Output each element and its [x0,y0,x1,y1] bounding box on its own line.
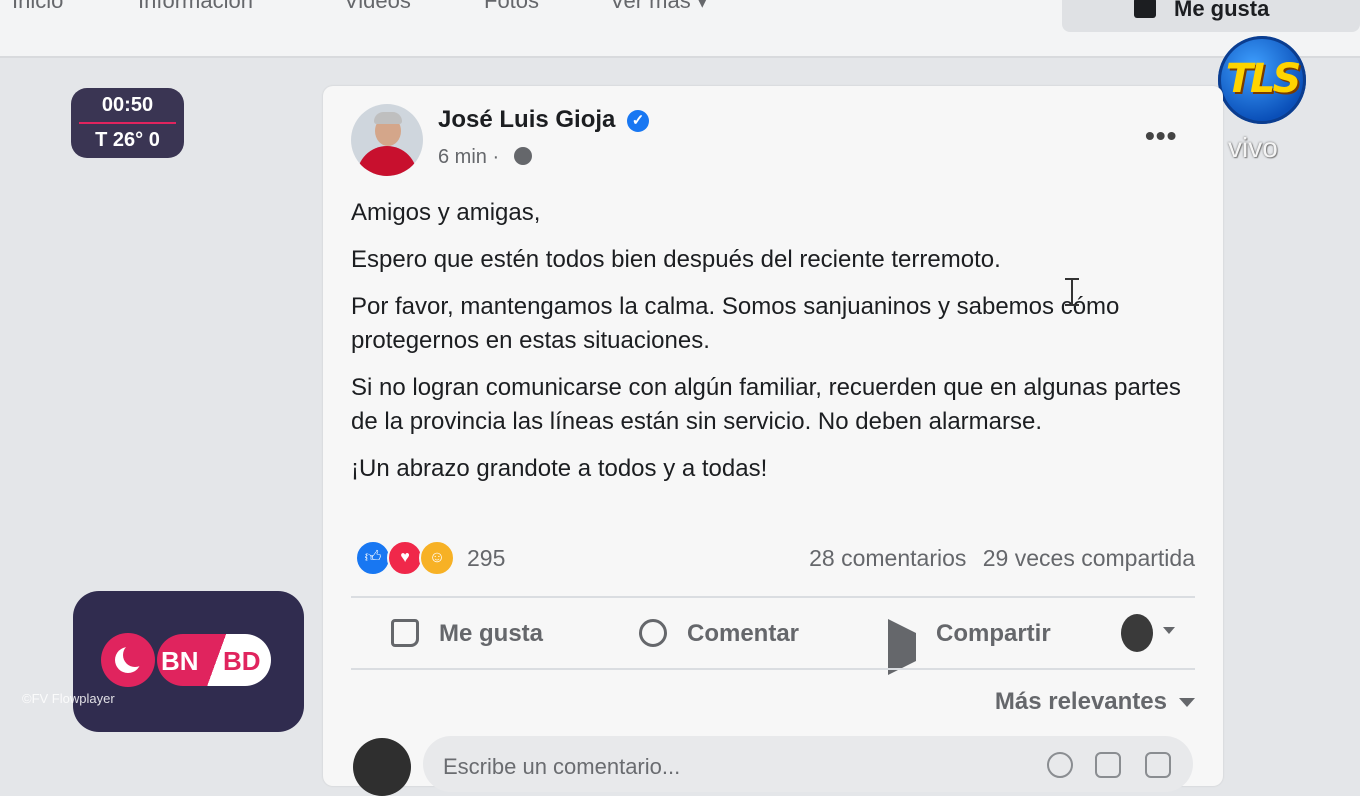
clock-time: 00:50 [101,94,154,116]
comment-sort-label: Más relevantes [994,688,1167,715]
tab-informacion[interactable]: Información [138,0,253,14]
post-paragraph: Por favor, mantengamos la calma. Somos s… [351,293,1120,354]
comment-label: Comentar [687,620,800,647]
moon-cutout [123,643,147,667]
divider [351,668,1195,670]
gif-icon[interactable] [1145,752,1171,778]
speech-bubble-icon [639,619,667,647]
bd-text: BD [223,646,261,676]
live-label: vivo [1228,132,1278,163]
post-text: Amigos y amigas, Espero que estén todos … [351,196,1181,499]
avatar-hair [374,112,402,124]
moon-logo-icon [101,633,155,687]
channel-logo-text: TLS [1225,56,1302,102]
tab-ver-mas[interactable]: Ver más ▾ [610,0,708,14]
post-paragraph: Si no logran comunicarse con algún famil… [351,374,1181,435]
post-timestamp[interactable]: 6 min · [438,146,499,169]
thumbs-up-icon [1134,0,1156,18]
author-avatar[interactable] [351,104,423,176]
like-label: Me gusta [439,620,544,647]
chevron-down-icon[interactable] [1163,627,1175,634]
emoji-icon[interactable] [1047,752,1073,778]
verified-badge-icon: ✓ [627,110,649,132]
divider [351,596,1195,598]
bnbd-logo-panel: BN BD [73,591,304,732]
clock-divider [79,122,176,124]
love-reaction-icon: ♥ [387,540,423,576]
camera-icon[interactable] [1095,752,1121,778]
post-as-avatar[interactable] [1121,614,1153,652]
tab-videos[interactable]: Videos [344,0,411,14]
bnbd-pill: BN BD [157,634,271,686]
share-count[interactable]: 29 veces compartida [983,545,1195,571]
page-nav-bar: Inicio Información Videos Fotos Ver más … [0,0,1360,58]
care-reaction-icon: ☺ [419,540,455,576]
comment-input[interactable]: Escribe un comentario... [423,736,1193,792]
post-paragraph: Amigos y amigas, [351,199,541,226]
globe-icon [514,147,532,165]
broadcast-clock: 00:50 T 26° 0 [71,88,184,158]
tab-fotos[interactable]: Fotos [484,0,539,14]
share-label: Compartir [936,620,1051,647]
comment-count[interactable]: 28 comentarios [809,545,966,571]
post-paragraph: Espero que estén todos bien después del … [351,246,1001,273]
like-reaction-icon: 👍︎ [355,540,391,576]
post-card: José Luis Gioja ✓ 6 min · ••• Amigos y a… [323,86,1223,796]
page-like-button[interactable]: Me gusta [1062,0,1360,32]
player-watermark: ©FV Flowplayer [22,691,115,706]
author-name[interactable]: José Luis Gioja [438,106,615,134]
post-stats: 28 comentarios 29 veces compartida [799,545,1195,572]
thumbs-up-icon [391,619,419,647]
post-paragraph: ¡Un abrazo grandote a todos y a todas! [351,455,768,482]
bn-text: BN [161,646,199,676]
reaction-count[interactable]: 295 [467,545,505,572]
channel-logo: TLS [1218,36,1306,124]
clock-temperature: T 26° 0 [95,129,160,151]
commenter-avatar [353,738,411,796]
text-cursor-icon [1065,278,1079,306]
caret-down-icon [1179,698,1195,708]
more-options-icon[interactable]: ••• [1145,120,1177,152]
tab-inicio[interactable]: Inicio [12,0,63,14]
page-like-label: Me gusta [1174,0,1270,21]
comment-placeholder: Escribe un comentario... [443,754,681,779]
reaction-icons[interactable]: 👍︎ ♥ ☺ [355,540,455,576]
comment-sort-dropdown[interactable]: Más relevantes [995,688,1195,716]
avatar-body [357,146,417,176]
